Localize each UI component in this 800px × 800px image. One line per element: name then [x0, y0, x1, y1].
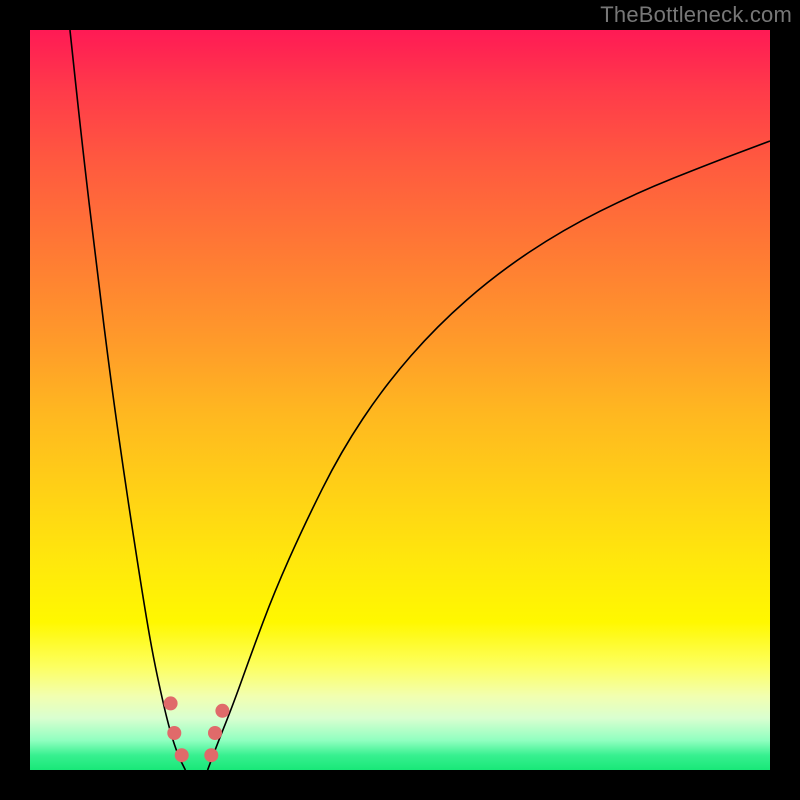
chart-frame: TheBottleneck.com — [0, 0, 800, 800]
data-marker — [208, 726, 222, 740]
data-marker — [167, 726, 181, 740]
data-marker — [204, 748, 218, 762]
watermark-text: TheBottleneck.com — [600, 2, 792, 28]
curve-layer — [30, 30, 770, 770]
data-marker — [215, 704, 229, 718]
plot-area — [30, 30, 770, 770]
data-marker — [164, 696, 178, 710]
data-marker — [175, 748, 189, 762]
curve-left-branch — [70, 30, 185, 770]
curve-right-branch — [208, 141, 770, 770]
marker-group — [164, 696, 230, 762]
